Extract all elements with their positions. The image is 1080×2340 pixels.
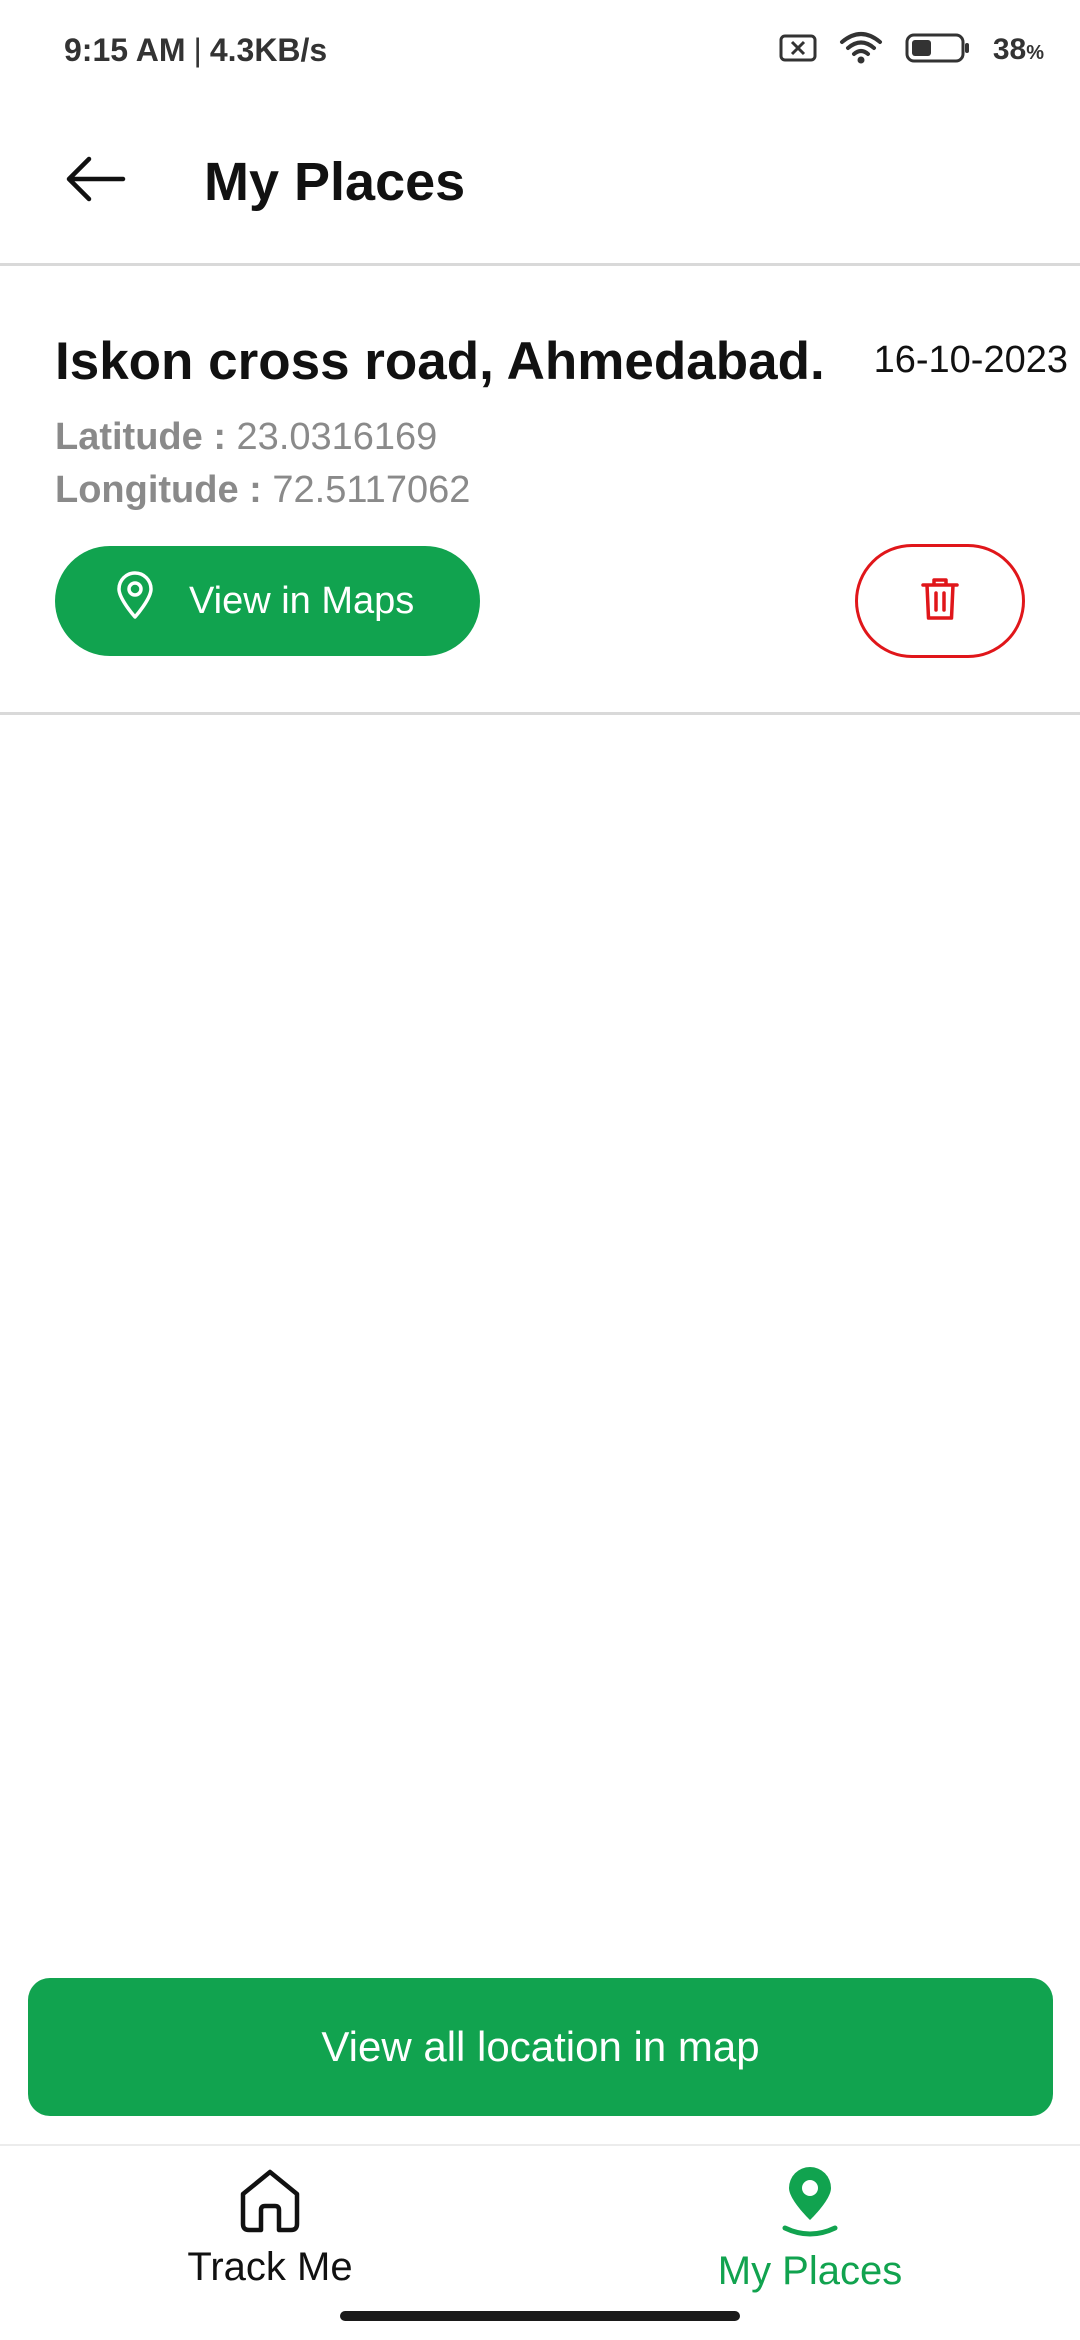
nav-item-track-me[interactable]: Track Me — [140, 2166, 400, 2290]
view-in-maps-label: View in Maps — [189, 579, 415, 622]
longitude-label: Longitude : — [55, 469, 262, 511]
back-button[interactable] — [50, 137, 140, 227]
page-title: My Places — [204, 151, 466, 212]
latitude-label: Latitude : — [55, 416, 226, 458]
place-date: 16-10-2023 — [873, 339, 1068, 381]
home-icon — [237, 2166, 303, 2239]
wifi-icon — [839, 31, 883, 70]
longitude-row: Longitude : 72.5117062 — [55, 469, 470, 512]
view-all-locations-button[interactable]: View all location in map — [28, 1978, 1053, 2116]
delete-place-button[interactable] — [855, 544, 1025, 658]
location-pin-outline-icon — [115, 571, 155, 631]
arrow-left-icon — [63, 155, 127, 208]
app-bar: My Places — [0, 100, 1080, 266]
battery-icon — [905, 32, 971, 69]
place-name: Iskon cross road, Ahmedabad. — [55, 332, 825, 391]
battery-percent: 38 — [992, 33, 1027, 66]
battery-level: 38% — [993, 33, 1044, 67]
trash-icon — [919, 576, 961, 627]
view-in-maps-button[interactable]: View in Maps — [55, 546, 480, 656]
status-separator: | — [193, 31, 202, 68]
network-speed: 4.3KB/s — [209, 31, 328, 68]
nav-label-my-places: My Places — [717, 2249, 903, 2293]
status-time: 9:15 AM — [64, 31, 186, 68]
view-all-locations-label: View all location in map — [321, 2023, 760, 2070]
status-right: 38% — [779, 31, 1044, 70]
nav-label-track-me: Track Me — [187, 2245, 353, 2289]
latitude-row: Latitude : 23.0316169 — [55, 416, 437, 459]
location-pin-filled-icon — [777, 2166, 843, 2243]
nav-item-my-places[interactable]: My Places — [680, 2166, 940, 2294]
home-indicator[interactable] — [340, 2311, 740, 2321]
longitude-value: 72.5117062 — [272, 469, 471, 511]
status-left: 9:15 AM | 4.3KB/s — [64, 32, 327, 69]
status-bar: 9:15 AM | 4.3KB/s 38% — [0, 0, 1080, 100]
battery-unit: % — [1026, 42, 1044, 64]
my-places-screen: 9:15 AM | 4.3KB/s 38% My Places Iskon cr… — [0, 0, 1080, 2340]
place-card: Iskon cross road, Ahmedabad. 16-10-2023 … — [0, 269, 1080, 715]
sim-off-icon — [779, 33, 817, 68]
latitude-value: 23.0316169 — [236, 416, 438, 458]
